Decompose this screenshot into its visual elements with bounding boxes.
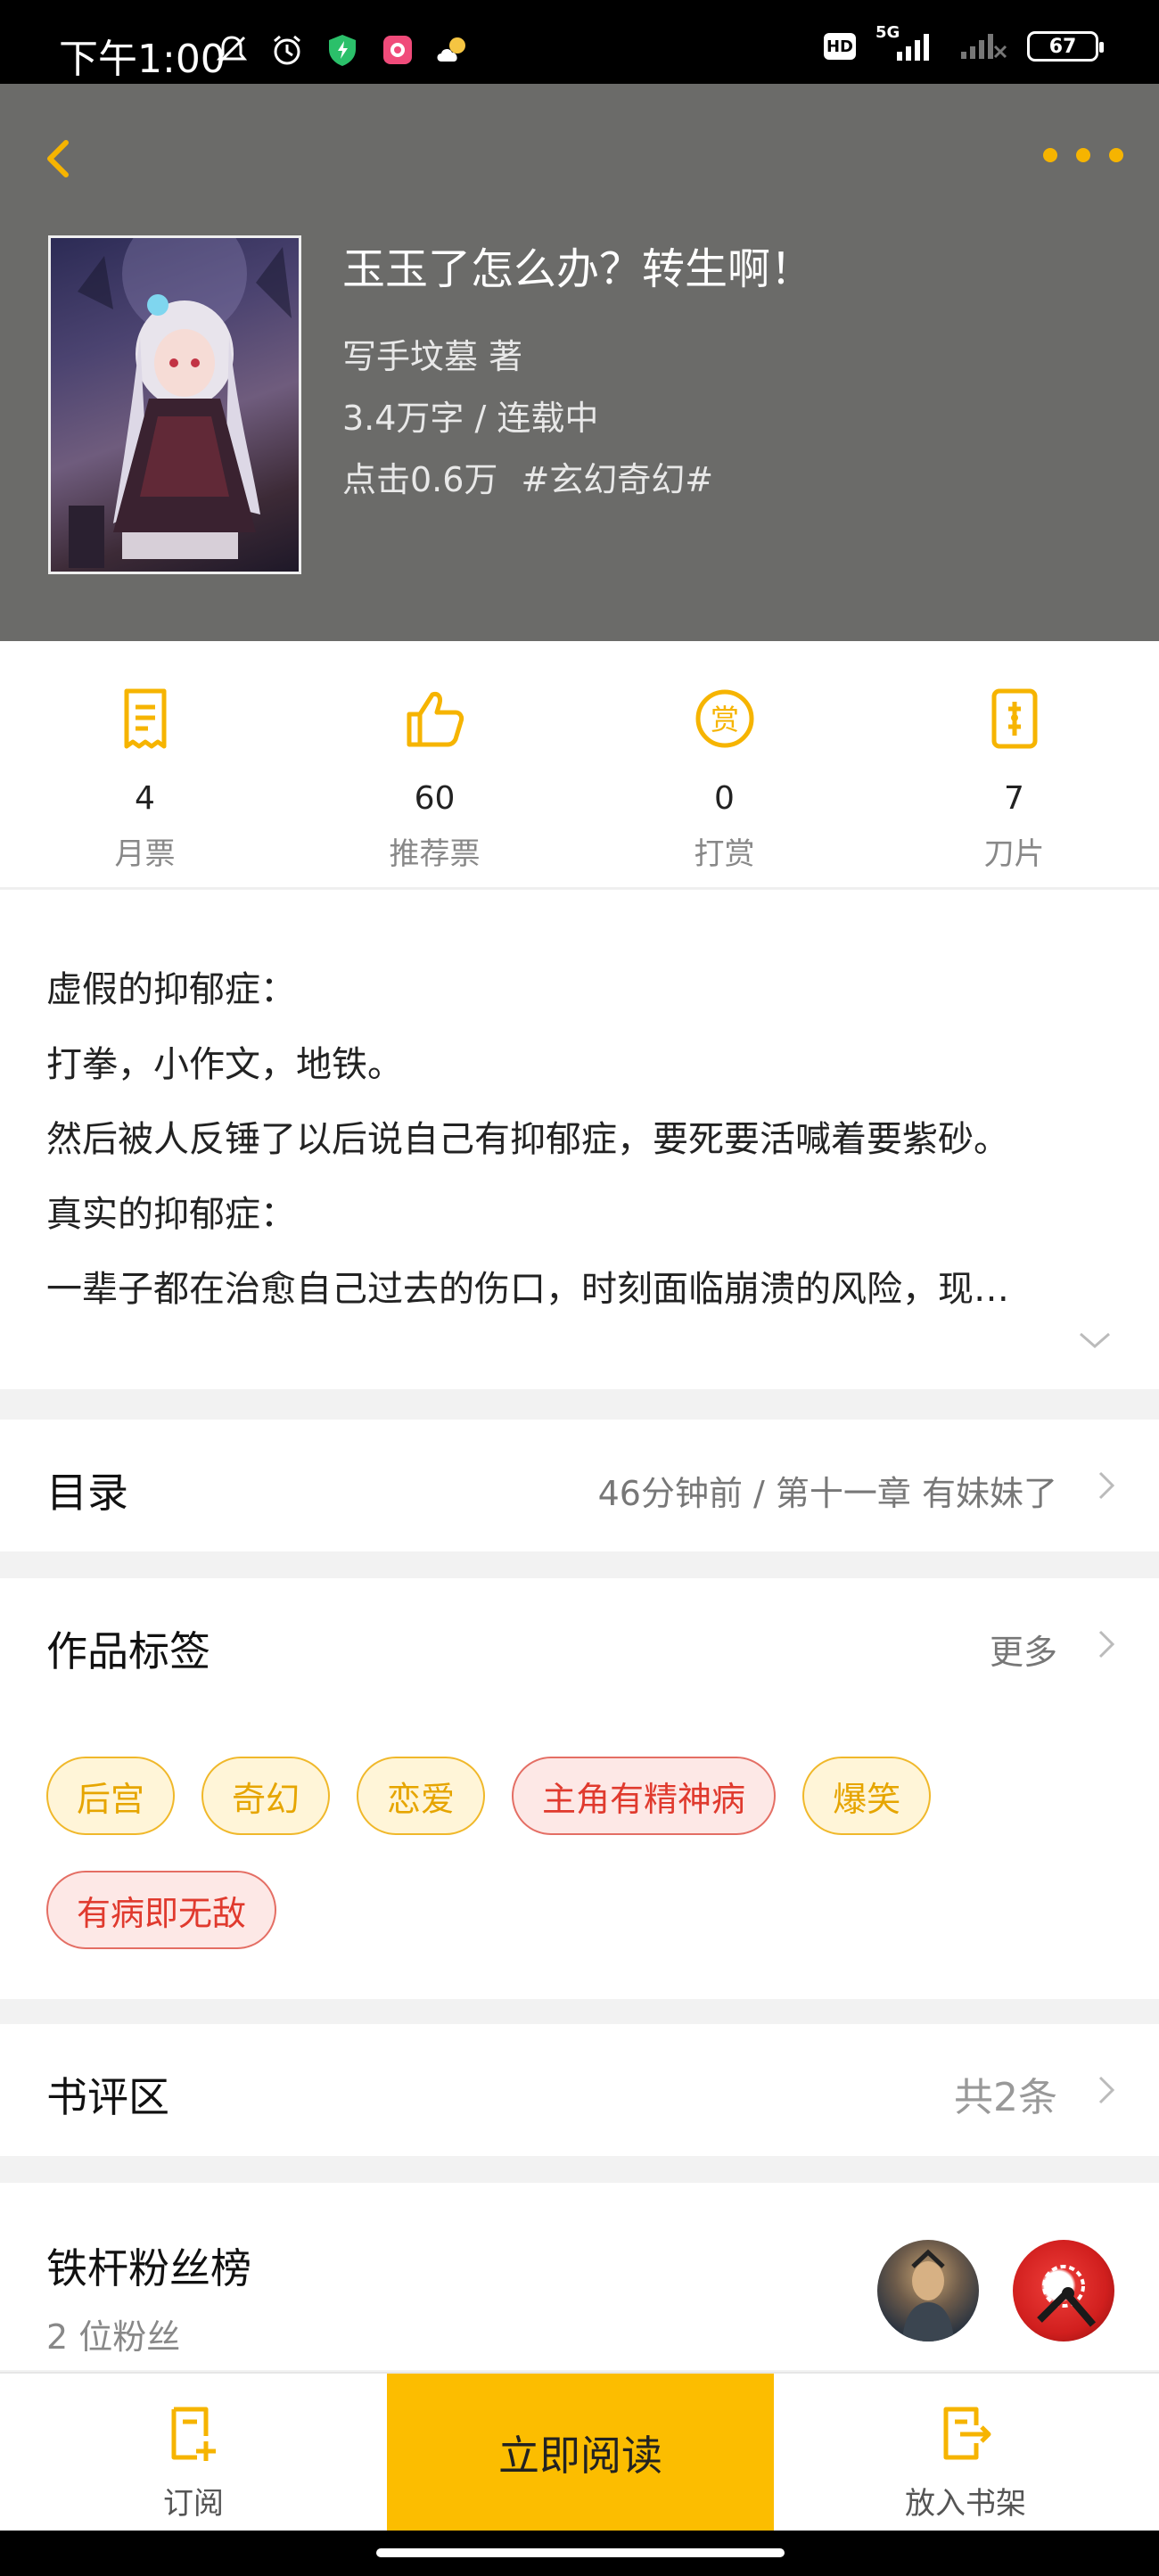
reviews-title: 书评区 — [46, 2073, 169, 2121]
weather-icon — [433, 30, 473, 70]
book-clicks: 点击0.6万 — [342, 460, 498, 499]
latest-chapter: 46分钟前 / 第十一章 有妹妹了 — [597, 1474, 1057, 1513]
more-dot-icon — [1109, 148, 1123, 162]
book-clicks-genre: 点击0.6万 #玄幻奇幻# — [342, 452, 713, 501]
back-button[interactable] — [36, 119, 98, 191]
chevron-right-icon[interactable] — [1097, 1626, 1118, 1662]
tags-more-link[interactable]: 更多 — [990, 1625, 1057, 1674]
fan-avatar-image — [1037, 2265, 1097, 2327]
stat-value: 0 — [714, 780, 735, 817]
system-nav-bar — [0, 2531, 1159, 2576]
tag-list: 后宫 奇幻 恋爱 主角有精神病 爆笑 有病即无敌 — [46, 1757, 1116, 1949]
stat-reward[interactable]: 赏 0 打赏 — [580, 641, 869, 887]
tag-chip[interactable]: 恋爱 — [357, 1757, 486, 1835]
back-arrow-icon — [47, 140, 69, 177]
tag-chip[interactable]: 奇幻 — [201, 1757, 331, 1835]
more-dot-icon — [1043, 148, 1057, 162]
more-dot-icon — [1076, 148, 1090, 162]
tag-chip[interactable]: 爆笑 — [802, 1757, 932, 1835]
fans-row[interactable]: 铁杆粉丝榜 2 位粉丝 — [0, 2183, 1159, 2370]
avatar[interactable] — [1013, 2240, 1114, 2341]
stat-value: 7 — [1004, 780, 1024, 817]
stat-label: 打赏 — [694, 836, 755, 872]
monthly-ticket-icon — [124, 688, 166, 749]
stat-monthly-ticket[interactable]: 4 月票 — [0, 641, 290, 887]
status-time: 下午1:00 — [59, 37, 226, 82]
book-word-count-status: 3.4万字 / 连载中 — [342, 399, 599, 438]
svg-text:赏: 赏 — [710, 703, 738, 737]
shield-icon — [323, 30, 362, 70]
fans-count: 2 位粉丝 — [46, 2317, 181, 2357]
stat-value: 60 — [414, 780, 456, 817]
book-cover-image[interactable] — [48, 235, 301, 574]
reviews-row[interactable]: 书评区 共2条 — [0, 2024, 1159, 2156]
book-title: 玉玉了怎么办？转生啊！ — [342, 244, 814, 294]
tag-chip[interactable]: 后宫 — [46, 1757, 176, 1835]
book-stats: 4 月票 60 推荐票 赏 0 打赏 7 刀片 — [0, 641, 1159, 889]
stat-label: 月票 — [114, 836, 176, 872]
hd-badge: HD — [824, 33, 856, 60]
status-icons-right: HD 5G 67 — [824, 23, 1104, 66]
synopsis-line: 打拳，小作文，地铁。 — [46, 1044, 403, 1085]
chevron-right-icon — [1098, 2076, 1115, 2104]
subscribe-label: 订阅 — [163, 2486, 224, 2522]
fan-avatar-image — [902, 2249, 954, 2341]
stat-recommend-ticket[interactable]: 60 推荐票 — [290, 641, 580, 887]
tags-section: 作品标签 更多 后宫 奇幻 恋爱 主角有精神病 爆笑 有病即无敌 — [0, 1578, 1159, 1999]
cover-illustration — [69, 238, 292, 568]
bookshelf-add-icon — [943, 2407, 991, 2460]
book-synopsis[interactable]: 虚假的抑郁症： 打拳，小作文，地铁。 然后被人反锤了以后说自己有抑郁症，要死要活… — [0, 890, 1159, 1389]
synopsis-line: 然后被人反锤了以后说自己有抑郁症，要死要活喊着要紫砂。 — [46, 1119, 1009, 1160]
subscribe-button[interactable]: 订阅 — [0, 2374, 387, 2532]
signal-5g-icon: 5G — [875, 23, 938, 64]
status-icons-left — [212, 30, 473, 70]
status-bar: 下午1:00 HD 5G 67 — [0, 0, 1159, 84]
fans-title: 铁杆粉丝榜 — [46, 2244, 251, 2292]
genre-tag[interactable]: #玄幻奇幻# — [521, 460, 713, 499]
home-gesture-bar[interactable] — [376, 2548, 785, 2557]
battery-indicator: 67 — [1027, 31, 1104, 62]
tag-chip[interactable]: 主角有精神病 — [512, 1757, 777, 1835]
book-author[interactable]: 写手坟墓 著 — [342, 329, 522, 378]
mute-icon — [212, 30, 251, 70]
chevron-right-icon — [1098, 1471, 1115, 1500]
book-header: 玉玉了怎么办？转生啊！ 写手坟墓 著 3.4万字 / 连载中 点击0.6万 #玄幻… — [0, 84, 1159, 641]
stat-value: 4 — [135, 780, 155, 817]
synopsis-line: 真实的抑郁症： — [46, 1194, 296, 1235]
synopsis-line: 一辈子都在治愈自己过去的伤口，时刻面临崩溃的风险，现… — [46, 1269, 1009, 1310]
tags-title: 作品标签 — [46, 1627, 210, 1675]
app-notification-icon — [378, 30, 417, 70]
blade-icon — [991, 688, 1037, 749]
avatar[interactable] — [877, 2240, 979, 2341]
chevron-down-icon[interactable] — [1077, 1329, 1113, 1350]
stat-label: 刀片 — [983, 836, 1045, 872]
tag-chip[interactable]: 有病即无敌 — [46, 1871, 277, 1949]
reviews-count: 共2条 — [954, 2075, 1057, 2120]
thumbs-up-icon — [407, 692, 464, 747]
read-now-button[interactable]: 立即阅读 — [387, 2374, 774, 2532]
catalog-title: 目录 — [46, 1469, 128, 1517]
bottom-action-bar: 订阅 立即阅读 放入书架 — [0, 2372, 1159, 2532]
catalog-row[interactable]: 目录 46分钟前 / 第十一章 有妹妹了 — [0, 1420, 1159, 1551]
stat-blade[interactable]: 7 刀片 — [869, 641, 1159, 887]
add-to-shelf-button[interactable]: 放入书架 — [772, 2374, 1159, 2532]
subscribe-icon — [171, 2407, 216, 2461]
more-menu-button[interactable] — [1043, 137, 1123, 173]
alarm-icon — [267, 30, 307, 70]
reward-coin-icon: 赏 — [695, 689, 753, 748]
add-to-shelf-label: 放入书架 — [905, 2486, 1026, 2522]
stat-label: 推荐票 — [389, 836, 481, 872]
signal-weak-icon — [958, 27, 1007, 66]
synopsis-line: 虚假的抑郁症： — [46, 969, 296, 1010]
